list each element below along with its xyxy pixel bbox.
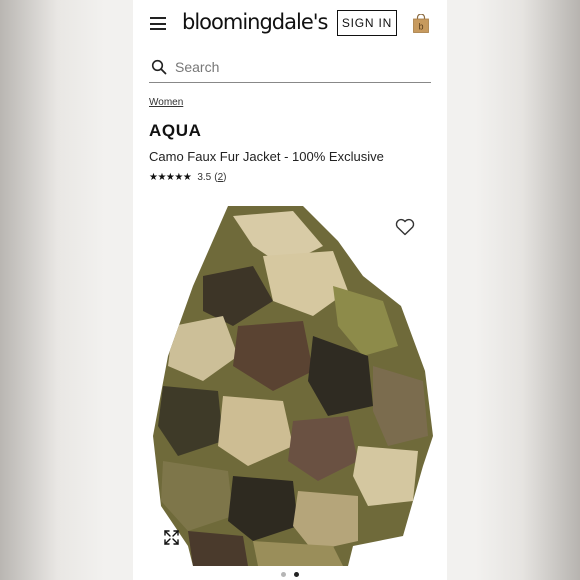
hamburger-menu-icon[interactable] [150, 17, 166, 30]
rating-stars: ★★★★★ [149, 172, 192, 183]
carousel-dots [133, 572, 447, 577]
camo-jacket-image [133, 206, 447, 566]
breadcrumb-women[interactable]: Women [149, 97, 183, 108]
rating-value: 3.5 [197, 172, 212, 183]
shopping-bag-icon[interactable]: b [413, 14, 429, 33]
bag-badge-letter: b [418, 22, 423, 32]
carousel-dot-1[interactable] [281, 572, 286, 577]
expand-icon[interactable] [163, 529, 180, 546]
sign-in-button[interactable]: SIGN IN [337, 10, 397, 36]
product-rating: ★★★★★ 3.5 (2) [149, 172, 226, 183]
rating-paren-close: ) [223, 172, 227, 183]
search-input[interactable] [175, 57, 425, 77]
brand-logo[interactable]: bloomingdale's [182, 10, 328, 34]
product-title: Camo Faux Fur Jacket - 100% Exclusive [149, 149, 384, 164]
carousel-dot-2[interactable] [294, 572, 299, 577]
top-bar: bloomingdale's SIGN IN b [133, 0, 447, 48]
mobile-product-page: bloomingdale's SIGN IN b Women AQUA Camo… [133, 0, 447, 580]
heart-icon[interactable] [395, 218, 415, 236]
search-bar [149, 53, 431, 83]
product-image[interactable] [133, 206, 447, 566]
search-icon[interactable] [151, 59, 167, 75]
product-brand[interactable]: AQUA [149, 121, 201, 141]
